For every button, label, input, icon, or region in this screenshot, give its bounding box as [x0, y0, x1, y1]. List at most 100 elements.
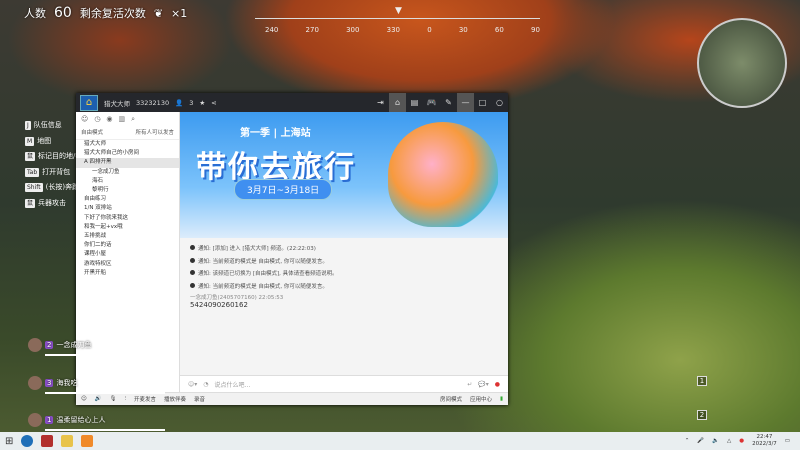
- avatar: [28, 413, 42, 427]
- lotus-icon: ❦: [153, 7, 164, 20]
- key-hint: Tab 打开背包: [25, 165, 82, 181]
- tray-mic-icon[interactable]: 🎤: [697, 438, 704, 444]
- star-icon[interactable]: ★: [199, 99, 205, 107]
- location-icon[interactable]: ◉: [106, 115, 112, 124]
- tray-app-icon[interactable]: ●: [739, 438, 744, 444]
- badge: 1: [45, 416, 54, 424]
- compass-tick: 330: [386, 26, 401, 34]
- history-icon[interactable]: ◷: [94, 115, 100, 124]
- system-notice: 通知: [添加] 进入 [猎犬大师] 频道。(22:22:03): [190, 243, 498, 256]
- app-center-button[interactable]: 应用中心: [470, 395, 492, 403]
- chat-input[interactable]: 说点什么吧...: [215, 380, 462, 389]
- pin-icon[interactable]: ✎: [440, 93, 457, 112]
- players-count: 60: [54, 5, 72, 21]
- channel-item[interactable]: 自由练习: [76, 195, 179, 204]
- mode-hint: 所有人可以发言: [135, 130, 174, 136]
- emoji-icon[interactable]: ☺▾: [188, 381, 197, 388]
- app-icon-2[interactable]: [41, 435, 54, 447]
- compass-tick: 300: [346, 26, 360, 34]
- music-button[interactable]: 播放伴奏: [164, 395, 186, 403]
- channel-item[interactable]: 五排挑战: [76, 232, 179, 241]
- channel-item[interactable]: A 四排开黑: [76, 158, 179, 168]
- channel-item[interactable]: 和我一起+vx哦: [76, 223, 179, 232]
- channel-item[interactable]: 猎犬大师: [76, 140, 179, 149]
- mode-dropdown[interactable]: 自由模式: [81, 128, 103, 136]
- message-sender: 一念成刀鱼(2405707160) 22:05:53: [190, 295, 284, 301]
- title-bar: ⌂ 猎犬大师 33232130 👤 3 ★ ⋖ ⇥ ⌂ ▤ 🎮 ✎ — □ ○: [76, 93, 508, 112]
- system-notice: 通知: 当前频道的模式是 自由模式, 你可以随便发言。: [190, 256, 498, 269]
- search-icon[interactable]: ⌕: [131, 115, 135, 124]
- equalizer-icon[interactable]: ⫶: [125, 396, 126, 403]
- key-hint: Shift (长按)奔跑: [25, 180, 82, 196]
- key-badge: Tab: [25, 167, 40, 177]
- system-notice: 通知: 该频道已切换为 [自由模式], 具体请查看频道说明。: [190, 268, 498, 281]
- channel-item[interactable]: 猎犬大师自己的小房间: [76, 149, 179, 158]
- mic-settings-icon[interactable]: 🎙: [110, 396, 117, 402]
- notice-text: 通知: 当前频道的模式是 自由模式, 你可以随便发言。: [198, 283, 328, 290]
- revive-count: ×1: [171, 7, 188, 20]
- key-hint: J 队伍信息: [25, 118, 82, 134]
- gamepad-icon[interactable]: 🎮: [423, 93, 440, 112]
- speaker-icon[interactable]: 🔊: [95, 396, 102, 402]
- close-button[interactable]: ○: [491, 93, 508, 112]
- chat-area: 通知: [添加] 进入 [猎犬大师] 频道。(22:22:03) 通知: 当前频道…: [180, 238, 508, 375]
- channel-item[interactable]: 海石: [76, 177, 179, 186]
- banner-season: 第一季 | 上海站: [240, 128, 311, 139]
- player-name: 海我吃: [56, 379, 78, 387]
- voice-mode-button[interactable]: 开麦发言: [134, 395, 156, 403]
- channel-item[interactable]: 一念成刀鱼: [76, 168, 179, 177]
- windows-start-icon[interactable]: ⊞: [5, 436, 13, 447]
- send-icon[interactable]: ↵: [467, 381, 472, 388]
- compass: ▼ 240 270 300 330 0 30 60 90: [255, 6, 540, 38]
- board-icon[interactable]: ▤: [406, 93, 423, 112]
- channel-item[interactable]: 下好了你就来我这: [76, 214, 179, 223]
- mic-icon[interactable]: ●: [495, 381, 500, 388]
- marker-1: 1: [697, 376, 707, 386]
- channel-item[interactable]: 课程小屋: [76, 250, 179, 259]
- channel-title: 猎犬大师: [104, 99, 130, 108]
- notification-icon[interactable]: ▭: [785, 438, 790, 444]
- minimize-button[interactable]: —: [457, 93, 474, 112]
- key-badge: J: [25, 121, 31, 130]
- badge: 3: [45, 379, 54, 387]
- avatar-icon[interactable]: ☺: [81, 396, 87, 402]
- minimap[interactable]: [697, 18, 787, 108]
- tray-volume-icon[interactable]: 🔈: [712, 438, 719, 444]
- compass-tick: 90: [531, 26, 540, 34]
- exit-icon[interactable]: ⇥: [372, 93, 389, 112]
- notice-text: 通知: [添加] 进入 [猎犬大师] 频道。(22:22:03): [198, 246, 316, 252]
- channel-item[interactable]: 开黑开船: [76, 269, 179, 278]
- screenshot-icon[interactable]: ◔: [203, 381, 208, 388]
- app-icon-4[interactable]: [81, 435, 94, 447]
- key-badge: M: [25, 136, 35, 146]
- hint-label: 打开背包: [42, 167, 71, 176]
- players-label: 人数: [24, 7, 46, 20]
- book-icon[interactable]: ▥: [119, 115, 126, 124]
- maximize-button[interactable]: □: [474, 93, 491, 112]
- tray-chevron-icon[interactable]: ⌃: [685, 438, 690, 444]
- marker-2: 2: [697, 410, 707, 420]
- key-hint: 鼠标记目的地/物: [25, 149, 82, 165]
- voice-level-bar: [45, 392, 165, 394]
- app-icon-3[interactable]: [61, 435, 74, 447]
- system-notice: 通知: 当前频道的模式是 自由模式, 你可以随便发言。: [190, 281, 498, 294]
- channel-item[interactable]: 你们二的话: [76, 241, 179, 250]
- share-icon[interactable]: ⋖: [211, 99, 216, 107]
- contacts-icon[interactable]: ☺: [81, 115, 88, 124]
- user-icon: 👤: [175, 98, 184, 107]
- promo-banner[interactable]: 第一季 | 上海站 带你去旅行 3月7日~3月18日: [180, 112, 508, 238]
- room-mode-button[interactable]: 房间模式: [440, 395, 462, 403]
- clock[interactable]: 22:47 2022/3/7: [752, 434, 777, 448]
- app-icon-1[interactable]: [21, 435, 34, 447]
- tray-network-icon[interactable]: △: [727, 438, 731, 444]
- key-badge: 鼠: [25, 198, 36, 208]
- record-button[interactable]: 录音: [194, 395, 205, 403]
- bubble-icon[interactable]: 💬▾: [478, 381, 488, 388]
- channel-item[interactable]: 黎明行: [76, 186, 179, 195]
- voice-feed-entry: 1 温柔留给心上人: [28, 413, 165, 431]
- info-icon: [190, 282, 195, 288]
- channel-item[interactable]: 1/N 双排站: [76, 204, 179, 213]
- home-icon[interactable]: ⌂: [389, 93, 406, 112]
- channel-item[interactable]: 游戏特权区: [76, 260, 179, 269]
- avatar: [28, 376, 42, 390]
